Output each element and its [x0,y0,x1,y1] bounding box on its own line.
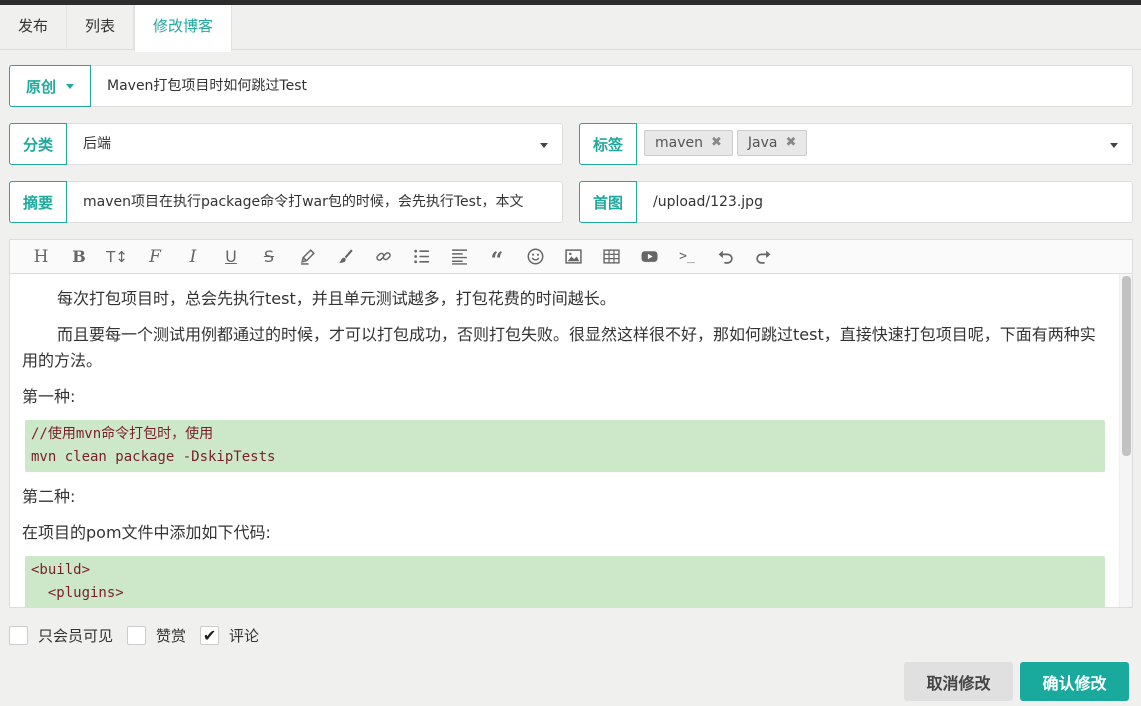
option-members-only[interactable]: 只会员可见 [9,625,113,646]
paragraph: 第二种: [22,487,76,506]
tab-list[interactable]: 列表 [67,5,135,50]
tag-text: maven [655,135,703,151]
summary-input[interactable]: maven项目在执行package命令打war包的时候，会先执行Test，本文 [67,182,562,222]
table-icon[interactable] [592,243,630,271]
checkbox-label: 赞赏 [156,627,187,645]
list-icon[interactable] [402,243,440,271]
tag-text: Java [747,135,778,151]
cover-label: 首图 [579,181,637,223]
image-icon[interactable] [554,243,592,271]
summary-field: 摘要 maven项目在执行package命令打war包的时候，会先执行Test，… [9,181,563,223]
markdown-editor: H B T↕ F I U S “ >_ 每次打包项目时，总会先执行test，并且… [9,239,1133,608]
paragraph: 第一种: [22,387,76,406]
code-line: <build> [31,562,91,578]
remove-tag-icon[interactable]: ✖ [785,131,796,155]
checkbox-label: 只会员可见 [38,627,114,645]
code-line: mvn clean package -DskipTests [31,449,276,465]
cover-input[interactable]: /upload/123.jpg [637,182,1132,222]
link-icon[interactable] [364,243,402,271]
quote-icon[interactable]: “ [478,243,516,274]
emoji-icon[interactable] [516,243,554,271]
brush-icon[interactable] [326,243,364,271]
paragraph: 在项目的pom文件中添加如下代码: [22,523,271,542]
paragraph: 每次打包项目时，总会先执行test，并且单元测试越多，打包花费的时间越长。 [57,289,616,308]
category-select[interactable]: 后端 [67,124,562,164]
title-row: 原创 Maven打包项目时如何跳过Test [9,65,1133,107]
strikethrough-icon[interactable]: S [250,243,288,271]
tags-select[interactable]: maven ✖ Java ✖ [637,124,1132,164]
checkbox[interactable] [9,626,28,645]
title-input[interactable]: Maven打包项目时如何跳过Test [91,66,1132,106]
tag-chip: maven ✖ [644,130,733,156]
text-size-icon[interactable]: T↕ [98,243,136,271]
code-block: <build> <plugins> [25,556,1105,607]
confirm-edit-button[interactable]: 确认修改 [1020,662,1129,701]
chevron-down-icon[interactable] [540,143,548,148]
tags-field: 标签 maven ✖ Java ✖ [579,123,1133,165]
font-icon[interactable]: F [136,243,174,271]
checkbox-checked[interactable]: ✔ [200,626,220,645]
chevron-down-icon [66,83,74,89]
remove-tag-icon[interactable]: ✖ [711,131,722,155]
video-icon[interactable] [630,243,668,271]
align-icon[interactable] [440,243,478,271]
bold-icon[interactable]: B [60,243,98,271]
code-icon[interactable]: >_ [668,243,706,271]
cover-field: 首图 /upload/123.jpg [579,181,1133,223]
tab-bar: 发布 列表 修改博客 [0,5,1141,52]
cancel-edit-button[interactable]: 取消修改 [904,662,1013,701]
tab-publish[interactable]: 发布 [0,5,68,50]
code-line: //使用mvn命令打包时，使用 [31,426,214,442]
category-field: 分类 后端 [9,123,563,165]
options-row: 只会员可见 赞赏 ✔ 评论 [9,625,273,646]
italic-icon[interactable]: I [174,243,212,271]
code-block: //使用mvn命令打包时，使用 mvn clean package -DskipT… [25,420,1105,472]
chevron-down-icon[interactable] [1110,143,1118,148]
tags-label: 标签 [579,123,637,165]
underline-icon[interactable]: U [212,243,250,271]
editor-content[interactable]: 每次打包项目时，总会先执行test，并且单元测试越多，打包花费的时间越长。 而且… [10,274,1120,607]
redo-icon[interactable] [744,243,782,271]
editor-scrollbar[interactable] [1119,274,1132,607]
type-dropdown[interactable]: 原创 [9,65,91,107]
heading-icon[interactable]: H [22,243,60,271]
highlight-icon[interactable] [288,243,326,271]
checkbox-label: 评论 [229,627,260,645]
paragraph: 而且要每一个测试用例都通过的时候，才可以打包成功，否则打包失败。很显然这样很不好… [22,325,1096,370]
checkbox[interactable] [127,626,147,645]
summary-label: 摘要 [9,181,67,223]
editor-toolbar: H B T↕ F I U S “ >_ [10,240,1132,274]
option-appreciation[interactable]: 赞赏 [127,625,186,646]
tag-chip: Java ✖ [736,130,808,156]
check-icon: ✔ [202,626,217,645]
option-comments[interactable]: ✔ 评论 [200,625,259,646]
tab-edit-blog[interactable]: 修改博客 [134,5,233,52]
undo-icon[interactable] [706,243,744,271]
code-line: <plugins> [31,585,124,601]
category-label: 分类 [9,123,67,165]
type-label: 原创 [25,77,56,96]
scrollbar-thumb[interactable] [1122,276,1131,456]
